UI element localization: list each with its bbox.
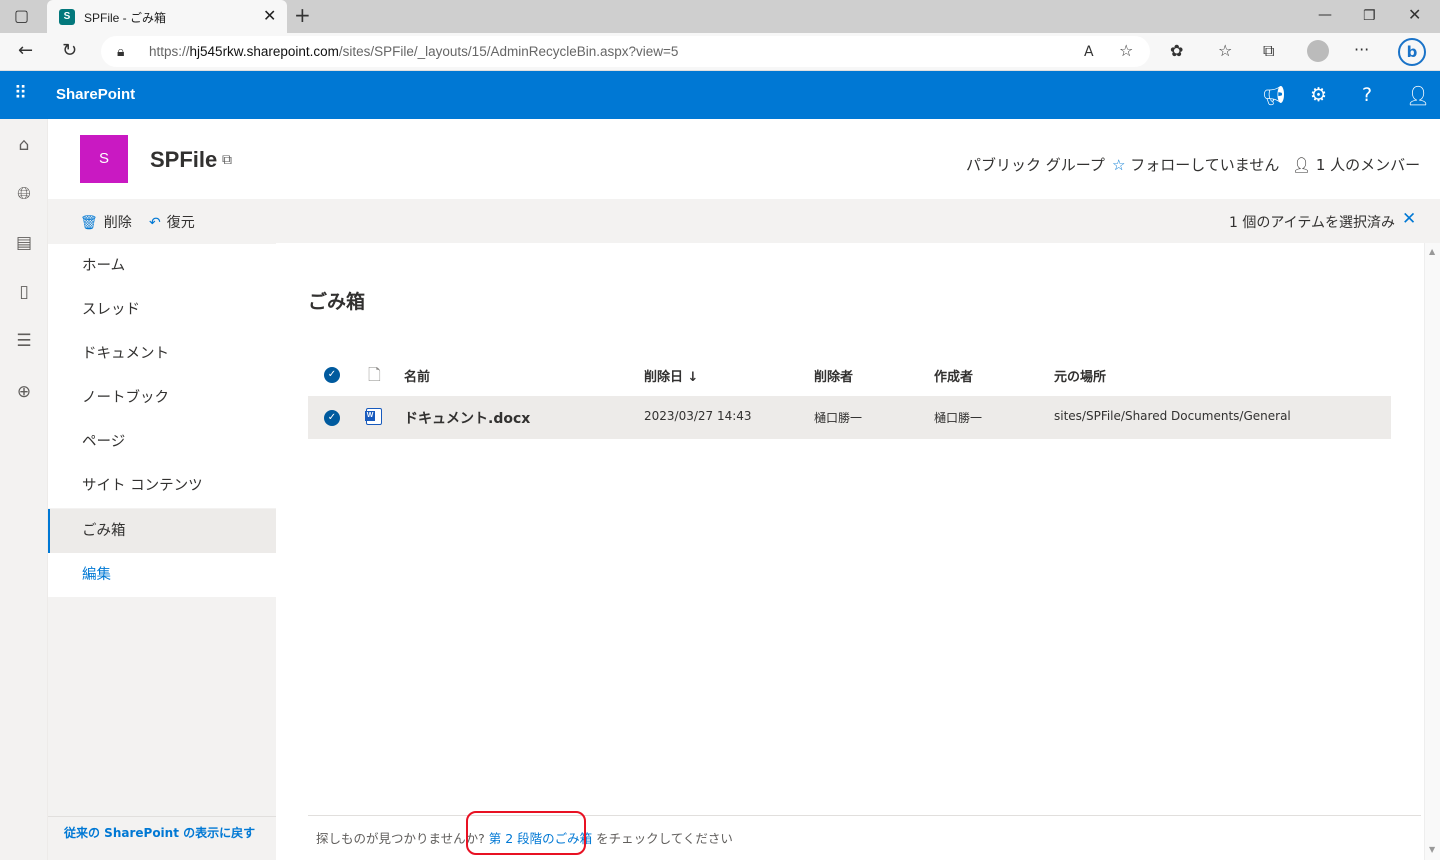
nav-item-documents[interactable]: ドキュメント [48,332,276,376]
left-nav: ホーム スレッド ドキュメント ノートブック ページ サイト コンテンツ ごみ箱… [48,243,276,860]
nav-edit-link[interactable]: 編集 [48,553,276,597]
trash-icon: 🗑︎ [80,215,98,231]
row-created-by: 樋口勝一 [934,411,983,425]
site-title[interactable]: SPFile [150,147,217,173]
row-deleted-by: 樋口勝一 [814,411,863,425]
help-icon[interactable]: ? [1362,84,1372,106]
row-original-location: sites/SPFile/Shared Documents/General [1054,409,1291,423]
table-row[interactable]: ✓ ドキュメント.docx 2023/03/27 14:43 樋口勝一 樋口勝一… [308,396,1391,439]
restore-button[interactable]: ↶ 復元 [149,212,195,232]
group-type-label: パブリック グループ [966,156,1105,174]
scroll-down-icon[interactable]: ▼ [1429,845,1435,854]
undo-icon: ↶ [149,215,161,231]
tab-close-icon[interactable]: ✕ [263,6,276,25]
tab-title: SPFile - ごみ箱 [84,11,167,25]
files-icon[interactable]: ▯ [14,282,34,302]
browser-tab-bar: ▢ S SPFile - ごみ箱 ✕ + — ❐ ✕ [0,0,1440,33]
follow-button[interactable]: ☆ フォローしていません [1112,154,1279,175]
page-title: ごみ箱 [308,291,366,313]
legacy-view-link[interactable]: 従来の SharePoint の表示に戻す [48,816,276,860]
back-icon[interactable]: ← [18,42,33,60]
column-header-created-by[interactable]: 作成者 [934,366,973,385]
footer-post-text: をチェックしてください [592,831,733,846]
new-tab-icon[interactable]: + [294,5,311,25]
nav-item-home[interactable]: ホーム [48,244,276,288]
sharepoint-favicon-icon: S [59,9,75,25]
nav-item-pages[interactable]: ページ [48,420,276,464]
restore-label: 復元 [166,215,195,231]
more-options-icon[interactable]: ··· [1354,41,1369,59]
favorite-add-icon[interactable]: ☆ [1119,42,1133,60]
home-icon[interactable]: ⌂ [14,135,34,155]
news-icon[interactable]: ▤ [14,233,34,253]
selection-status: 1 個のアイテムを選択済み [1229,215,1395,231]
file-type-icon: 🗋︎ [368,365,381,384]
footer-pre-text: 探しものが見つかりませんか? [316,831,489,846]
column-header-deleted-by[interactable]: 削除者 [814,366,853,385]
column-header-original-location[interactable]: 元の場所 [1054,366,1106,385]
lock-icon[interactable]: 🔒︎ [117,43,124,61]
members-button[interactable]: 👤︎ 1 人のメンバー [1292,154,1420,175]
sharepoint-brand[interactable]: SharePoint [56,86,135,103]
favorites-icon[interactable]: ☆ [1218,42,1232,60]
delete-button[interactable]: 🗑︎ 削除 [80,212,132,232]
row-deleted-date: 2023/03/27 14:43 [644,409,752,423]
command-bar: 🗑︎ 削除 ↶ 復元 1 個のアイテムを選択済み ✕ [48,199,1440,243]
megaphone-icon[interactable]: 📢︎ [1262,84,1286,107]
follow-label: フォローしていません [1130,156,1280,174]
tab-actions-icon[interactable]: ▢ [14,7,29,25]
sites-globe-icon[interactable]: 🌐︎ [14,184,34,204]
nav-item-threads[interactable]: スレッド [48,288,276,332]
nav-item-site-contents[interactable]: サイト コンテンツ [48,464,276,508]
select-all-checkbox[interactable]: ✓ [324,367,340,383]
star-icon: ☆ [1112,156,1126,174]
lists-icon[interactable]: ☰ [14,331,34,351]
scrollbar[interactable]: ▲ ▼ [1424,243,1440,860]
row-checkbox[interactable]: ✓ [324,410,340,426]
teams-icon[interactable]: ⧉ [222,152,232,168]
person-icon: 👤︎ [1292,156,1312,174]
bing-icon[interactable]: b [1398,38,1426,66]
profile-avatar-icon[interactable] [1307,40,1329,62]
column-header-deleted-date[interactable]: 削除日 ↓ [644,366,698,385]
collections-icon[interactable]: ⧉ [1263,42,1274,60]
highlight-annotation [466,811,586,855]
restore-icon[interactable]: ❐ [1363,7,1376,25]
nav-item-notebook[interactable]: ノートブック [48,376,276,420]
site-logo[interactable]: S [80,135,128,183]
members-label: 1 人のメンバー [1315,156,1421,174]
read-aloud-icon[interactable]: A [1084,43,1094,61]
app-rail: ⌂ 🌐︎ ▤ ▯ ☰ ⊕ [0,119,48,860]
url-text: https://hj545rkw.sharepoint.com/sites/SP… [149,44,679,59]
suite-bar: ⠿ SharePoint 📢︎ ⚙ ? 👤︎ [0,71,1440,119]
minimize-icon[interactable]: — [1318,6,1332,24]
column-header-name[interactable]: 名前 [404,366,430,385]
account-icon[interactable]: 👤︎ [1406,84,1430,107]
word-document-icon [365,408,382,425]
scroll-up-icon[interactable]: ▲ [1429,247,1435,256]
settings-gear-icon[interactable]: ⚙ [1310,84,1327,106]
nav-item-recycle-bin[interactable]: ごみ箱 [48,509,276,553]
delete-label: 削除 [103,215,132,231]
clear-selection-icon[interactable]: ✕ [1402,209,1416,229]
app-launcher-icon[interactable]: ⠿ [14,83,27,104]
browser-tab[interactable]: S SPFile - ごみ箱 ✕ [47,0,287,33]
create-plus-icon[interactable]: ⊕ [14,382,34,402]
browser-toolbar: ← ↻ 🔒︎ https://hj545rkw.sharepoint.com/s… [0,33,1440,71]
refresh-icon[interactable]: ↻ [62,42,77,60]
row-name[interactable]: ドキュメント.docx [404,408,530,428]
close-window-icon[interactable]: ✕ [1408,6,1421,24]
main-content [276,243,1424,860]
extensions-icon[interactable]: ✿ [1170,42,1183,60]
address-bar[interactable]: 🔒︎ https://hj545rkw.sharepoint.com/sites… [101,36,1150,67]
